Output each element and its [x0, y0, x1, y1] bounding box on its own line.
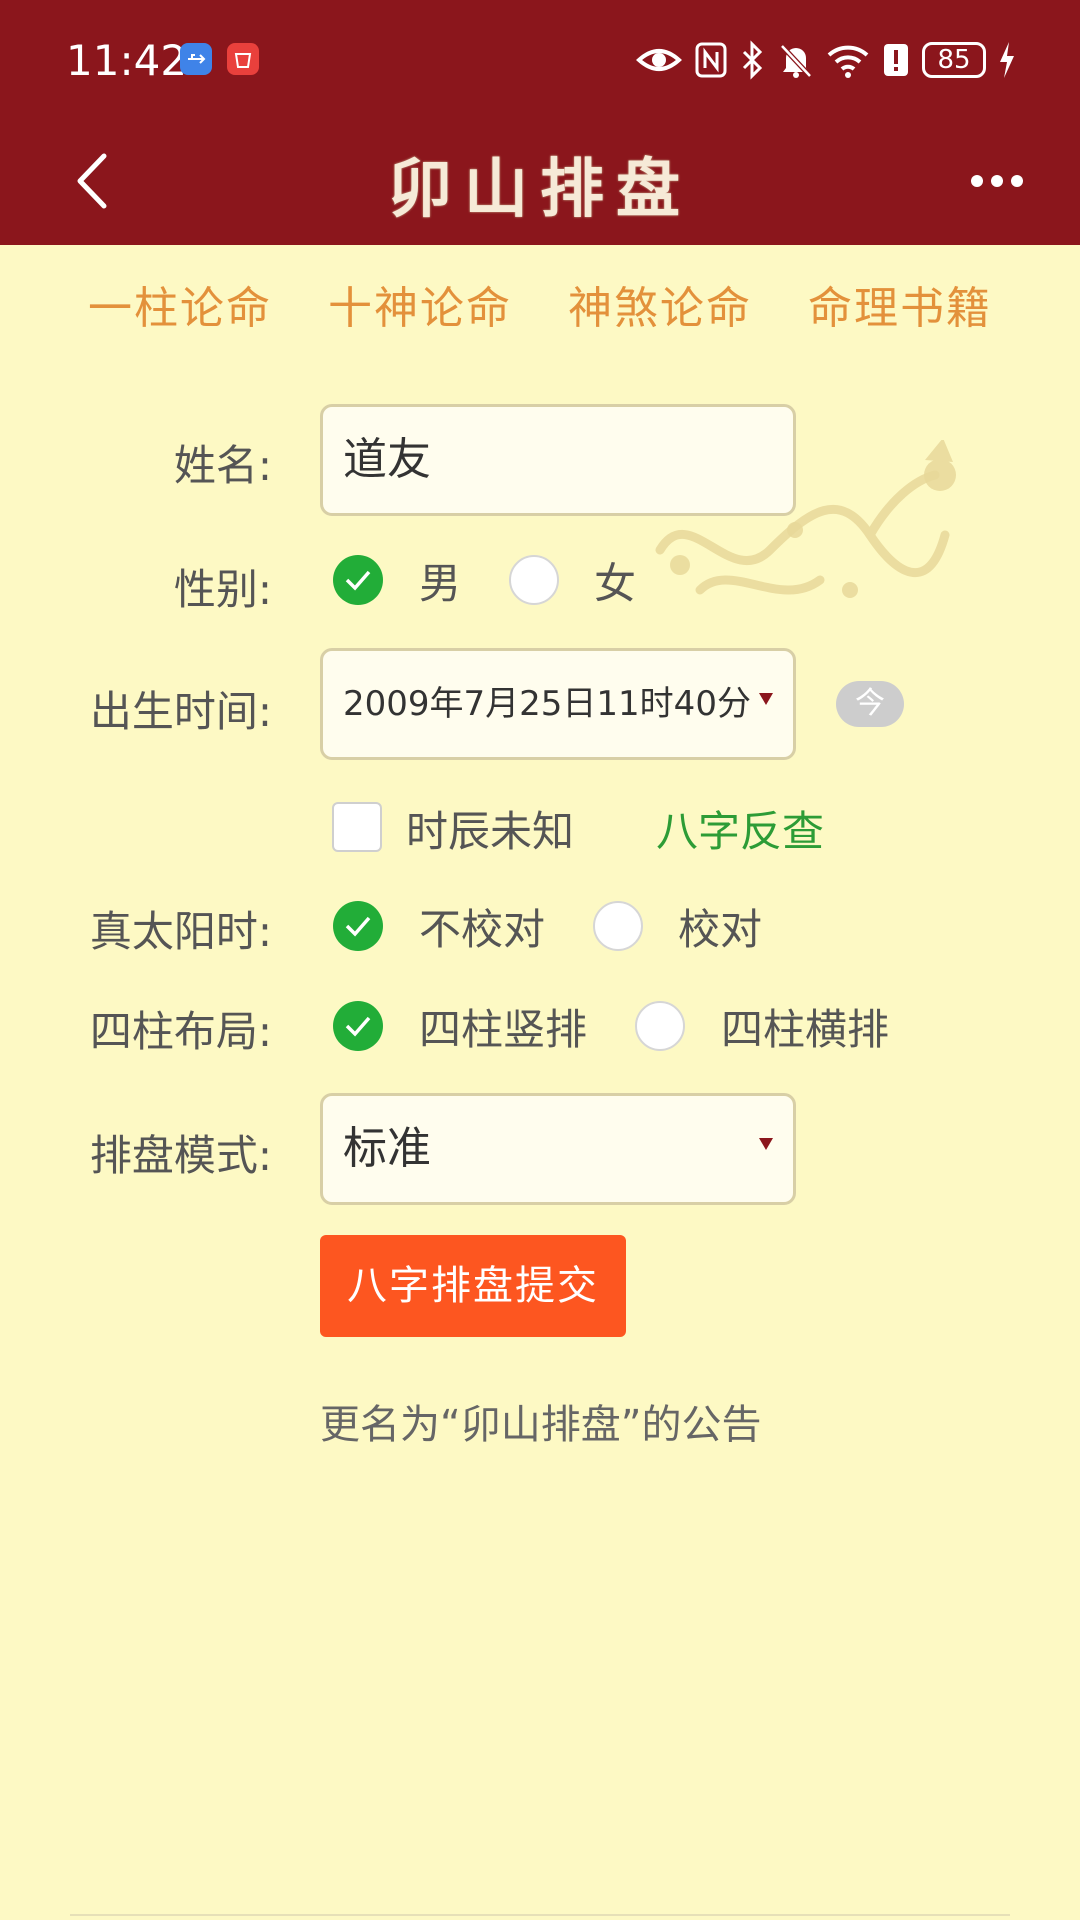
chart-mode-label: 排盘模式:	[89, 1131, 272, 1180]
chart-mode-select[interactable]: 标准	[320, 1093, 796, 1205]
rename-notice-link[interactable]: 更名为“卯山排盘”的公告	[320, 1392, 761, 1450]
solar-time-label: 真太阳时:	[89, 907, 272, 956]
chart-mode-value: 标准	[343, 1123, 431, 1174]
pillar-layout-label: 四柱布局:	[89, 1007, 272, 1056]
layout-horizontal-radio[interactable]	[635, 1001, 685, 1051]
nav-ten-gods[interactable]: 十神论命	[328, 272, 512, 336]
nav-books[interactable]: 命理书籍	[808, 272, 992, 336]
mute-icon	[778, 40, 814, 80]
nfc-icon	[694, 40, 728, 80]
solar-adjust-radio[interactable]	[593, 901, 643, 951]
solar-no-adjust-radio[interactable]	[333, 901, 383, 951]
usb-icon	[180, 43, 212, 75]
huawei-app-icon	[227, 43, 259, 75]
battery-icon: 85	[922, 42, 986, 78]
layout-vertical-label: 四柱竖排	[419, 1005, 588, 1054]
dropdown-caret-icon	[759, 1138, 773, 1150]
submit-button[interactable]: 八字排盘提交	[320, 1235, 626, 1337]
gender-female-radio[interactable]	[509, 555, 559, 605]
charging-icon	[998, 40, 1016, 80]
alert-icon	[882, 40, 910, 80]
divider	[70, 1914, 1010, 1916]
app-title-logo: 卯山排盘	[388, 152, 692, 227]
status-time: 11:42	[66, 36, 188, 85]
eye-icon	[636, 40, 682, 80]
check-icon	[345, 1016, 371, 1037]
today-button[interactable]: 今	[836, 681, 904, 727]
layout-horizontal-label: 四柱横排	[721, 1005, 890, 1054]
unknown-hour-checkbox[interactable]	[332, 802, 382, 852]
more-dots-icon	[971, 175, 1023, 187]
dropdown-caret-icon	[759, 693, 773, 705]
gender-label: 性别:	[173, 565, 272, 614]
birth-time-label: 出生时间:	[89, 687, 272, 736]
gender-female-label: 女	[594, 559, 637, 608]
check-icon	[345, 570, 371, 591]
gender-male-radio[interactable]	[333, 555, 383, 605]
bazi-reverse-lookup-link[interactable]: 八字反查	[656, 798, 824, 859]
nav-shensha[interactable]: 神煞论命	[568, 272, 752, 336]
name-label: 姓名:	[173, 441, 272, 490]
more-menu-button[interactable]	[970, 170, 1024, 192]
birth-time-select[interactable]: 2009年7月25日11时40分	[320, 648, 796, 760]
name-input[interactable]: 道友	[320, 404, 796, 516]
bluetooth-icon	[740, 40, 766, 80]
birth-time-value: 2009年7月25日11时40分	[343, 684, 751, 724]
wifi-icon	[826, 40, 870, 80]
nav-one-pillar[interactable]: 一柱论命	[88, 272, 272, 336]
top-nav: 一柱论命 十神论命 神煞论命 命理书籍	[60, 272, 1020, 336]
check-icon	[345, 916, 371, 937]
name-value: 道友	[343, 434, 431, 485]
gender-male-label: 男	[419, 559, 462, 608]
unknown-hour-label: 时辰未知	[406, 807, 575, 856]
solar-no-adjust-label: 不校对	[419, 905, 546, 954]
app-header: 11:42 85 卯山排盘	[0, 0, 1080, 245]
status-icons: 85	[636, 38, 1016, 82]
solar-adjust-label: 校对	[678, 905, 763, 954]
layout-vertical-radio[interactable]	[333, 1001, 383, 1051]
